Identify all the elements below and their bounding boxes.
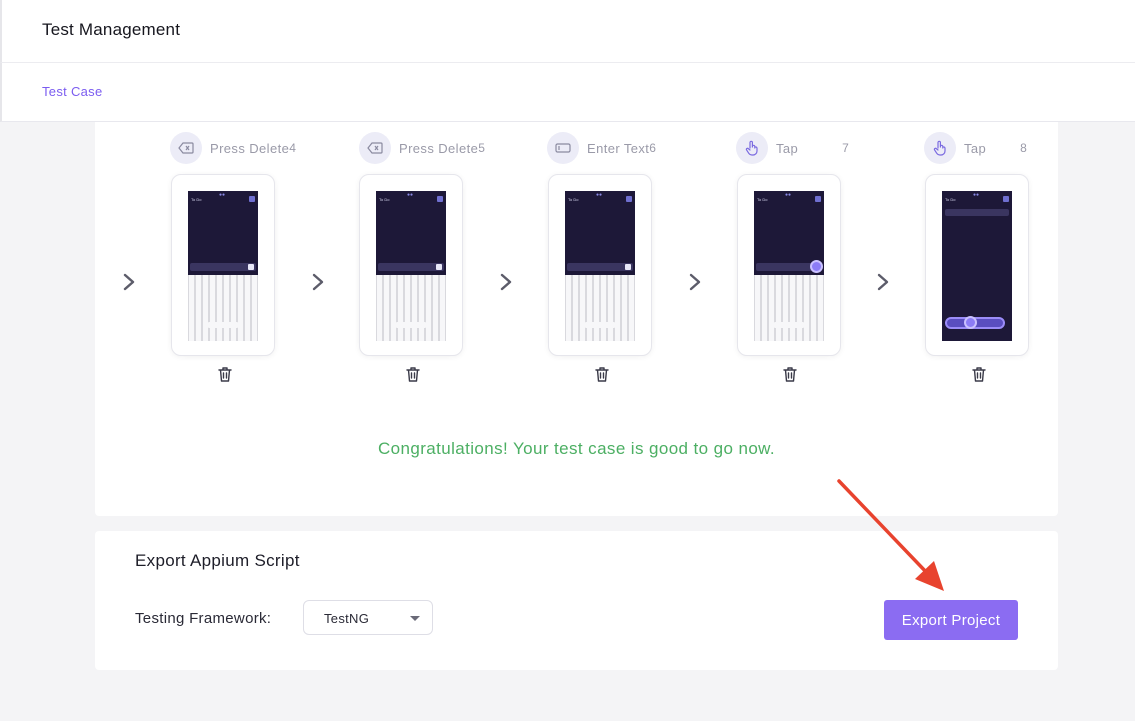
screen-title: To Do — [945, 197, 956, 202]
share-icon — [626, 196, 632, 202]
page-title: Test Management — [42, 20, 181, 39]
text-input-bar — [378, 263, 444, 271]
keyboard — [565, 275, 635, 341]
status-dots: ●● — [407, 192, 414, 198]
step-label: Tap — [776, 140, 799, 156]
tap-hand-icon — [736, 132, 768, 164]
add-icon — [625, 264, 631, 270]
add-icon — [436, 264, 442, 270]
tap-indicator — [964, 316, 977, 329]
framework-label: Testing Framework: — [135, 610, 272, 627]
chevron-right-icon — [123, 273, 135, 291]
step-header-5: Press Delete 5 — [359, 132, 485, 164]
share-icon — [815, 196, 821, 202]
framework-value: TestNG — [324, 611, 370, 626]
delete-step-8-icon[interactable] — [970, 365, 988, 383]
keyboard-space — [774, 322, 804, 328]
step-label: Enter Text — [587, 140, 650, 156]
step-screenshot-4[interactable]: ●● To Do — [171, 174, 275, 356]
step-screenshot-7[interactable]: ●● To Do — [737, 174, 841, 356]
screen-title: To Do — [191, 197, 202, 202]
step-screenshot-5[interactable]: ●● To Do — [359, 174, 463, 356]
sub-header: Test Case — [0, 63, 1135, 122]
delete-step-4-icon[interactable] — [216, 365, 234, 383]
test-steps-panel: Press Delete 4 ●● To Do Press Delete 5 ●● … — [95, 122, 1058, 516]
step-header-8: Tap 8 — [924, 132, 1027, 164]
status-dots: ●● — [785, 192, 792, 198]
keyboard-space — [585, 322, 615, 328]
keyboard — [188, 275, 258, 341]
step-number: 4 — [289, 141, 296, 155]
text-input-bar — [567, 263, 633, 271]
backspace-icon — [170, 132, 202, 164]
delete-step-6-icon[interactable] — [593, 365, 611, 383]
delete-step-7-icon[interactable] — [781, 365, 799, 383]
step-label: Press Delete — [399, 140, 479, 156]
keyboard — [376, 275, 446, 341]
step-screenshot-6[interactable]: ●● To Do — [548, 174, 652, 356]
share-icon — [437, 196, 443, 202]
screen-title: To Do — [757, 197, 768, 202]
step-number: 5 — [478, 141, 485, 155]
step-header-7: Tap 7 — [736, 132, 849, 164]
backspace-icon — [359, 132, 391, 164]
phone-screen: ●● To Do — [188, 191, 258, 341]
add-icon — [248, 264, 254, 270]
top-header: Test Management — [0, 0, 1135, 63]
phone-screen: ●● To Do — [376, 191, 446, 341]
breadcrumb-test-case[interactable]: Test Case — [42, 84, 103, 99]
annotation-arrow — [837, 479, 944, 591]
caret-down-icon — [410, 616, 420, 621]
chevron-right-icon — [500, 273, 512, 291]
todo-list-row — [945, 209, 1009, 216]
phone-screen: ●● To Do — [565, 191, 635, 341]
step-header-6: Enter Text 6 — [547, 132, 656, 164]
phone-screen: ●● To Do — [754, 191, 824, 341]
step-screenshot-8[interactable]: ●● To Do — [925, 174, 1029, 356]
step-number: 8 — [1020, 141, 1027, 155]
screen-title: To Do — [379, 197, 390, 202]
chevron-right-icon — [689, 273, 701, 291]
chevron-right-icon — [877, 273, 889, 291]
text-input-bar — [190, 263, 256, 271]
export-title: Export Appium Script — [135, 551, 300, 570]
step-number: 7 — [842, 141, 849, 155]
screen-title: To Do — [568, 197, 579, 202]
step-header-4: Press Delete 4 — [170, 132, 296, 164]
tap-hand-icon — [924, 132, 956, 164]
share-icon — [249, 196, 255, 202]
share-icon — [1003, 196, 1009, 202]
keyboard-space — [396, 322, 426, 328]
framework-select[interactable]: TestNG — [303, 600, 433, 635]
step-label: Press Delete — [210, 140, 290, 156]
success-message: Congratulations! Your test case is good … — [377, 439, 776, 458]
delete-step-5-icon[interactable] — [404, 365, 422, 383]
phone-screen: ●● To Do — [942, 191, 1012, 341]
keyboard — [754, 275, 824, 341]
text-field-icon — [547, 132, 579, 164]
export-project-button[interactable]: Export Project — [884, 600, 1018, 640]
tap-indicator — [810, 260, 823, 273]
step-label: Tap — [964, 140, 987, 156]
chevron-right-icon — [312, 273, 324, 291]
status-dots: ●● — [596, 192, 603, 198]
step-number: 6 — [649, 141, 656, 155]
keyboard-space — [208, 322, 238, 328]
status-dots: ●● — [219, 192, 226, 198]
status-dots: ●● — [973, 192, 980, 198]
